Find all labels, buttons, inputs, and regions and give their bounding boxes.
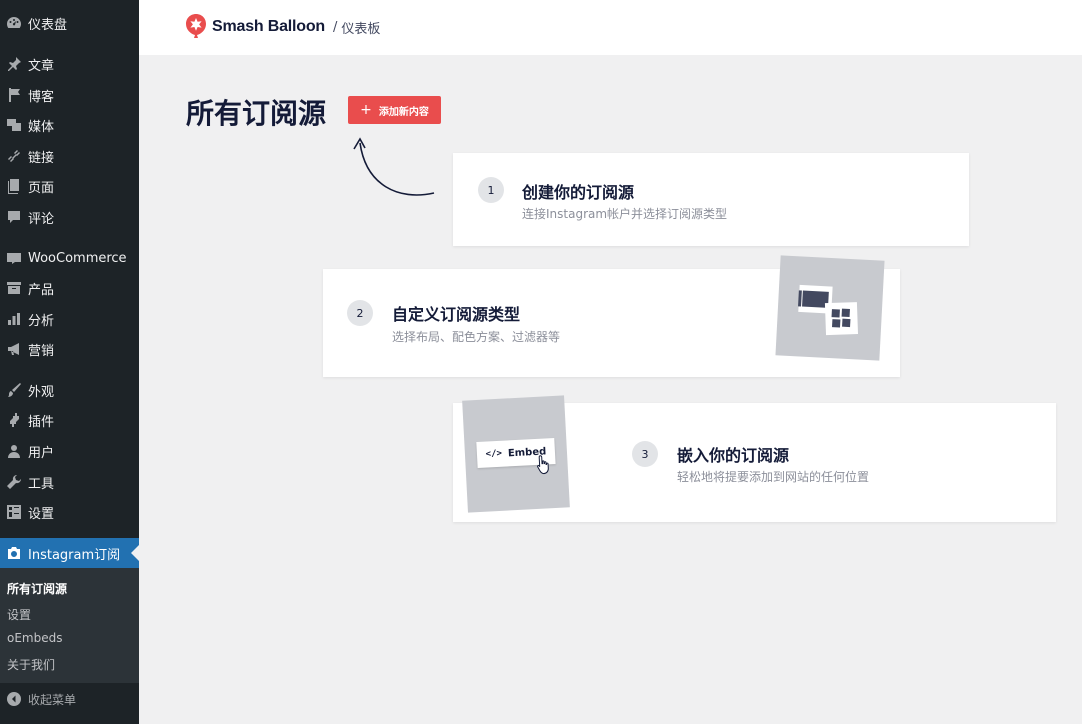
breadcrumb: 仪表板: [341, 21, 381, 37]
sidebar-item-label: 文章: [28, 58, 55, 74]
wrench-icon: [0, 474, 28, 490]
media-icon: [0, 117, 28, 133]
sidebar-item-label: WooCommerce: [28, 250, 127, 266]
plugin-header: Smash Balloon / 仪表板: [139, 0, 1082, 55]
dashboard-icon: [0, 15, 28, 31]
page-icon: [0, 178, 28, 194]
submenu-settings[interactable]: 设置: [7, 606, 31, 623]
sidebar-item-label: 博客: [28, 89, 55, 105]
collapse-menu-label: 收起菜单: [28, 692, 77, 707]
submenu-about[interactable]: 关于我们: [7, 656, 55, 673]
submenu-oembeds[interactable]: oEmbeds: [7, 631, 62, 645]
sidebar-item-label: 页面: [28, 180, 55, 196]
sidebar-item-products[interactable]: 产品: [0, 273, 139, 303]
camera-icon: [0, 545, 28, 561]
add-new-button[interactable]: + 添加新内容: [348, 96, 441, 124]
sidebar-item-label: 外观: [28, 384, 55, 400]
code-icon: </>: [485, 448, 503, 460]
step-title: 嵌入你的订阅源: [677, 446, 790, 465]
step-number: 1: [478, 177, 504, 203]
sidebar-item-label: 链接: [28, 150, 55, 166]
pin-icon: [0, 56, 28, 72]
sidebar-item-appearance[interactable]: 外观: [0, 375, 139, 405]
sidebar-item-blog[interactable]: 博客: [0, 80, 139, 110]
user-icon: [0, 443, 28, 459]
plugin-icon: [0, 412, 28, 428]
brand-name: Smash Balloon: [212, 18, 325, 35]
sidebar-item-label: 设置: [28, 506, 55, 522]
flag-icon: [0, 87, 28, 103]
hand-cursor-icon: [537, 455, 549, 475]
page-title: 所有订阅源: [186, 97, 327, 130]
step-title: 自定义订阅源类型: [392, 305, 521, 324]
curved-arrow-icon: [353, 137, 435, 196]
sidebar-item-label: 插件: [28, 414, 55, 430]
brand-logo[interactable]: Smash Balloon / 仪表板: [185, 13, 380, 41]
step-number: 2: [347, 300, 373, 326]
collapse-menu-button[interactable]: 收起菜单: [0, 684, 139, 714]
chart-icon: [0, 311, 28, 327]
instagram-submenu: 所有订阅源 设置 oEmbeds 关于我们: [0, 568, 139, 683]
collapse-arrow-icon: [0, 691, 28, 707]
sidebar-item-pages[interactable]: 页面: [0, 171, 139, 201]
sidebar-item-label: 仪表盘: [28, 17, 68, 33]
layout-grid-icon: [797, 283, 859, 336]
sidebar-item-label: 媒体: [28, 119, 55, 135]
sidebar-item-tools[interactable]: 工具: [0, 467, 139, 497]
settings-icon: [0, 504, 28, 520]
add-new-label: 添加新内容: [378, 106, 429, 118]
sidebar-item-settings[interactable]: 设置: [0, 497, 139, 527]
archive-icon: [0, 280, 28, 296]
step-title: 创建你的订阅源: [522, 183, 635, 202]
sidebar-item-media[interactable]: 媒体: [0, 110, 139, 140]
sidebar-item-users[interactable]: 用户: [0, 436, 139, 466]
sidebar-item-label: 评论: [28, 211, 55, 227]
sidebar-item-instagram-feeds[interactable]: Instagram订阅: [0, 538, 139, 568]
sidebar-item-marketing[interactable]: 营销: [0, 334, 139, 364]
sidebar-item-links[interactable]: 链接: [0, 141, 139, 171]
step-description: 连接Instagram帐户并选择订阅源类型: [522, 207, 728, 221]
breadcrumb-separator: /: [332, 19, 338, 35]
sidebar-item-label: Instagram订阅: [28, 547, 121, 563]
sidebar-item-label: 用户: [28, 445, 55, 461]
submenu-all-feeds[interactable]: 所有订阅源: [7, 580, 67, 597]
sidebar-item-dashboard[interactable]: 仪表盘: [0, 8, 139, 38]
embed-illustration: </> Embed: [462, 395, 570, 513]
brush-icon: [0, 382, 28, 398]
sidebar-item-analytics[interactable]: 分析: [0, 304, 139, 334]
layout-illustration: [775, 255, 885, 361]
step-description: 选择布局、配色方案、过滤器等: [392, 330, 561, 344]
sidebar-item-plugins[interactable]: 插件: [0, 405, 139, 435]
link-icon: [0, 148, 28, 164]
megaphone-icon: [0, 341, 28, 357]
woo-icon: [0, 250, 28, 266]
step-number: 3: [632, 441, 658, 467]
sidebar-item-label: 工具: [28, 476, 55, 492]
step-card-create: 1 创建你的订阅源 连接Instagram帐户并选择订阅源类型: [453, 153, 969, 246]
step-description: 轻松地将提要添加到网站的任何位置: [677, 470, 870, 484]
plus-icon: +: [360, 102, 372, 118]
sidebar-item-comments[interactable]: 评论: [0, 202, 139, 232]
sidebar-item-label: 营销: [28, 343, 55, 359]
sidebar-item-woocommerce[interactable]: WooCommerce: [0, 243, 139, 273]
balloon-logo-icon: [186, 14, 206, 38]
sidebar-item-label: 产品: [28, 282, 55, 298]
comment-icon: [0, 209, 28, 225]
sidebar-item-label: 分析: [28, 313, 55, 329]
admin-sidebar: 仪表盘 文章 博客 媒体 链接 页面 评论 WooCommerce 产品 分析 …: [0, 0, 139, 724]
sidebar-item-posts[interactable]: 文章: [0, 49, 139, 79]
